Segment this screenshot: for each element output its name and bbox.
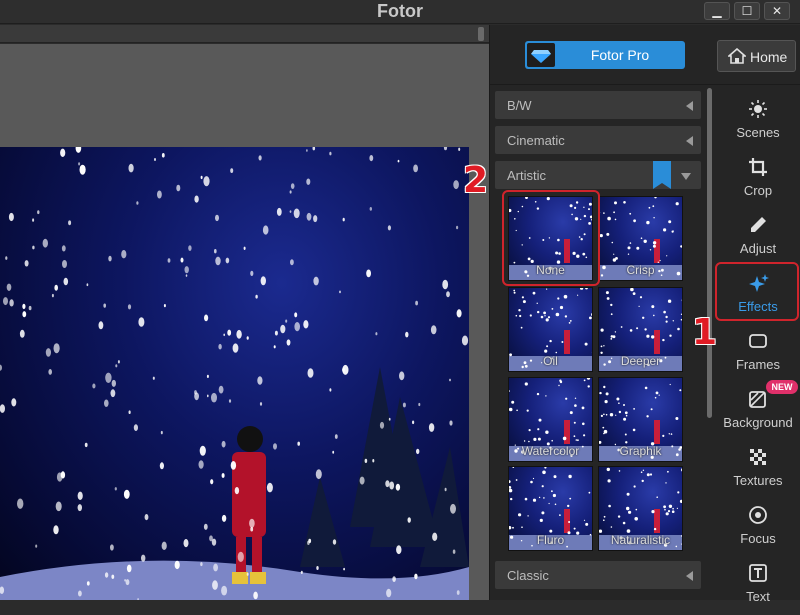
window-title: Fotor	[377, 1, 423, 21]
home-label: Home	[750, 49, 788, 65]
chevron-left-icon	[686, 136, 693, 146]
category-label: B/W	[507, 98, 532, 113]
sparkle-icon	[749, 274, 769, 292]
category-classic[interactable]: Classic	[495, 561, 701, 589]
tool-label: Textures	[733, 473, 783, 488]
step-1-marker: 1	[692, 312, 718, 353]
tool-adjust[interactable]: Adjust	[716, 211, 800, 267]
effect-thumb-deeper[interactable]: Deeper	[598, 287, 683, 372]
fotor-pro-button[interactable]: Fotor Pro	[525, 41, 685, 69]
tool-label: Background	[723, 415, 793, 430]
effect-thumb-naturalistic[interactable]: Naturalistic	[598, 466, 683, 551]
home-button[interactable]: Home	[717, 40, 796, 72]
fotor-pro-label: Fotor Pro	[590, 47, 650, 63]
close-button[interactable]: ✕	[764, 2, 790, 20]
pro-diamond-icon	[653, 161, 671, 189]
tool-label: Scenes	[736, 125, 780, 140]
title-bar: Fotor	[0, 0, 800, 24]
tool-scenes[interactable]: Scenes	[716, 95, 800, 151]
background-icon	[749, 391, 766, 408]
effects-scrollbar[interactable]	[707, 88, 712, 418]
sun-icon	[749, 100, 767, 118]
tool-label: Crop	[743, 183, 773, 198]
effect-thumb-fluro[interactable]: Fluro	[508, 466, 593, 551]
tool-crop[interactable]: Crop	[716, 153, 800, 209]
category-cinematic[interactable]: Cinematic	[495, 126, 701, 154]
chevron-left-icon	[686, 101, 693, 111]
category-label: Classic	[507, 568, 549, 583]
effect-thumb-label: Watercolor	[521, 444, 580, 458]
tool-text[interactable]: Text	[716, 559, 800, 615]
chevron-down-icon	[681, 173, 691, 180]
effect-thumb-oil[interactable]: Oil	[508, 287, 593, 372]
text-icon	[749, 564, 767, 582]
home-icon	[728, 48, 746, 64]
tool-label: Effects	[738, 299, 778, 314]
frame-icon	[749, 334, 767, 348]
effect-thumb-label: Graphik	[619, 444, 662, 458]
tool-label: Focus	[740, 531, 776, 546]
canvas-area	[0, 44, 489, 600]
effect-thumb-label: Crisp	[626, 263, 655, 277]
category-label: Artistic	[507, 168, 546, 183]
step-2-marker: 2	[463, 160, 489, 201]
tool-effects[interactable]: Effects	[716, 269, 800, 325]
effect-thumb-label: Naturalistic	[610, 533, 671, 547]
category-label: Cinematic	[507, 133, 565, 148]
chevron-left-icon	[686, 571, 693, 581]
tool-textures[interactable]: Textures	[716, 443, 800, 499]
canvas-toolbar	[0, 25, 489, 43]
tool-frames[interactable]: Frames	[716, 327, 800, 383]
effect-thumb-watercolor[interactable]: Watercolor	[508, 377, 593, 462]
diamond-icon	[527, 43, 555, 67]
panel-divider	[490, 84, 800, 85]
tool-label: Text	[746, 589, 770, 604]
canvas-scrollbar[interactable]	[478, 27, 484, 41]
highlight-none-thumb	[502, 190, 600, 286]
maximize-button[interactable]: ☐	[734, 2, 760, 20]
pencil-icon	[751, 217, 766, 232]
focus-icon	[749, 506, 767, 524]
effect-thumb-label: Oil	[543, 354, 558, 368]
photo-preview	[0, 147, 469, 600]
texture-icon	[750, 449, 766, 465]
minimize-button[interactable]: ▁	[704, 2, 730, 20]
category-bw[interactable]: B/W	[495, 91, 701, 119]
effect-thumb-label: Fluro	[536, 533, 565, 547]
effect-thumb-crisp[interactable]: Crisp	[598, 196, 683, 281]
tool-focus[interactable]: Focus	[716, 501, 800, 557]
new-badge: NEW	[766, 380, 798, 394]
effect-thumb-label: Deeper	[620, 354, 661, 368]
tool-label: Adjust	[739, 241, 777, 256]
category-artistic[interactable]: Artistic	[495, 161, 701, 189]
tool-label: Frames	[735, 357, 781, 372]
effect-thumb-graphik[interactable]: Graphik	[598, 377, 683, 462]
crop-icon	[749, 158, 767, 176]
